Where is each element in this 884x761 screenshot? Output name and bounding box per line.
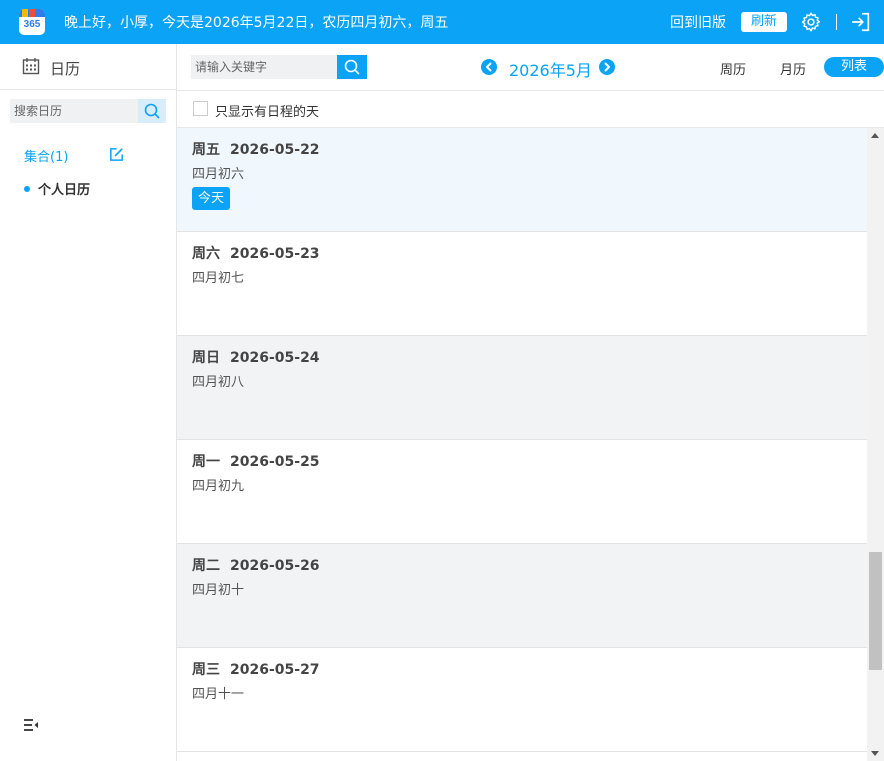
calendar-icon <box>22 58 40 75</box>
calendar-item-label: 个人日历 <box>38 183 91 198</box>
collection-label[interactable]: 集合(1) <box>24 146 68 165</box>
day-lunar: 四月初七 <box>192 271 245 286</box>
month-view-tab[interactable]: 月历 <box>780 59 806 78</box>
scroll-down-arrow-icon[interactable] <box>871 751 879 756</box>
calendar-search-button[interactable] <box>138 99 166 123</box>
day-lunar: 四月初九 <box>192 479 245 494</box>
search-icon <box>344 59 360 75</box>
day-row[interactable]: 周三 2026-05-27 四月十一 <box>177 648 867 752</box>
keyword-search <box>191 55 367 79</box>
greeting-text: 晚上好，小厚，今天是2026年5月22日，农历四月初六，周五 <box>64 15 449 31</box>
main-content: 2026年5月 周历 月历 列表 只显示有日程的天 周五 2026-05-22 四… <box>177 44 884 761</box>
day-date: 2026-05-27 <box>230 662 320 678</box>
day-date: 2026-05-25 <box>230 454 320 470</box>
day-heading: 周六 2026-05-23 <box>192 243 320 263</box>
next-month-button[interactable] <box>599 59 615 75</box>
toolbar-divider <box>836 14 837 30</box>
collapse-sidebar-icon[interactable] <box>23 718 39 732</box>
day-lunar: 四月初十 <box>192 583 245 598</box>
day-heading: 周五 2026-05-22 <box>192 139 320 159</box>
list-scrollbar[interactable] <box>867 128 884 761</box>
scroll-up-arrow-icon[interactable] <box>871 133 879 138</box>
chevron-left-icon <box>486 62 492 72</box>
month-title: 2026年5月 <box>509 61 592 80</box>
keyword-search-input[interactable] <box>191 55 337 79</box>
main-toolbar: 2026年5月 周历 月历 列表 <box>177 44 884 91</box>
day-weekday: 周三 <box>192 662 220 678</box>
app-logo-text: 365 <box>23 19 41 30</box>
day-heading: 周二 2026-05-26 <box>192 555 320 575</box>
only-events-checkbox[interactable] <box>193 101 208 116</box>
day-weekday: 周二 <box>192 558 220 574</box>
day-lunar: 四月初六 <box>192 167 245 182</box>
day-date: 2026-05-23 <box>230 246 320 262</box>
list-view-tab[interactable]: 列表 <box>824 57 884 77</box>
app-logo-icon: 365 <box>19 9 45 35</box>
day-lunar: 四月十一 <box>192 687 245 702</box>
scrollbar-thumb[interactable] <box>869 552 882 670</box>
day-heading: 周日 2026-05-24 <box>192 347 320 367</box>
day-row[interactable]: 周六 2026-05-23 四月初七 <box>177 232 867 336</box>
only-events-label[interactable]: 只显示有日程的天 <box>215 101 319 120</box>
day-list: 周五 2026-05-22 四月初六 今天 周六 2026-05-23 四月初七 周… <box>177 128 867 761</box>
chevron-right-icon <box>604 62 610 72</box>
keyword-search-button[interactable] <box>337 55 367 79</box>
week-view-tab[interactable]: 周历 <box>720 59 746 78</box>
day-heading: 周三 2026-05-27 <box>192 659 320 679</box>
day-row[interactable]: 周日 2026-05-24 四月初八 <box>177 336 867 440</box>
calendar-search-input[interactable] <box>10 99 138 123</box>
day-row[interactable]: 周五 2026-05-22 四月初六 今天 <box>177 128 867 232</box>
calendar-search <box>10 99 166 123</box>
day-row[interactable]: 周二 2026-05-26 四月初十 <box>177 544 867 648</box>
search-icon <box>144 103 160 119</box>
refresh-button[interactable]: 刷新 <box>741 12 787 32</box>
prev-month-button[interactable] <box>481 59 497 75</box>
today-badge: 今天 <box>192 187 231 210</box>
sidebar-title: 日历 <box>50 60 81 78</box>
exit-icon[interactable] <box>850 11 872 33</box>
day-weekday: 周一 <box>192 454 220 470</box>
day-date: 2026-05-26 <box>230 558 320 574</box>
filter-row: 只显示有日程的天 <box>177 91 884 128</box>
day-weekday: 周六 <box>192 246 220 262</box>
day-row[interactable]: 周一 2026-05-25 四月初九 <box>177 440 867 544</box>
day-heading: 周一 2026-05-25 <box>192 451 320 471</box>
day-date: 2026-05-22 <box>230 142 320 158</box>
calendar-item-personal[interactable]: 个人日历 <box>24 179 90 198</box>
gear-icon[interactable] <box>800 11 822 33</box>
day-date: 2026-05-24 <box>230 350 320 366</box>
calendar-dot-icon <box>24 185 30 192</box>
top-bar: 365 晚上好，小厚，今天是2026年5月22日，农历四月初六，周五 回到旧版 … <box>0 0 884 44</box>
edit-icon[interactable] <box>108 146 125 163</box>
sidebar: 日历 集合(1) 个人日历 <box>0 44 177 761</box>
old-version-link[interactable]: 回到旧版 <box>670 12 726 32</box>
day-weekday: 周五 <box>192 142 220 158</box>
day-lunar: 四月初八 <box>192 375 245 390</box>
day-weekday: 周日 <box>192 350 220 366</box>
sidebar-header: 日历 <box>0 44 176 90</box>
